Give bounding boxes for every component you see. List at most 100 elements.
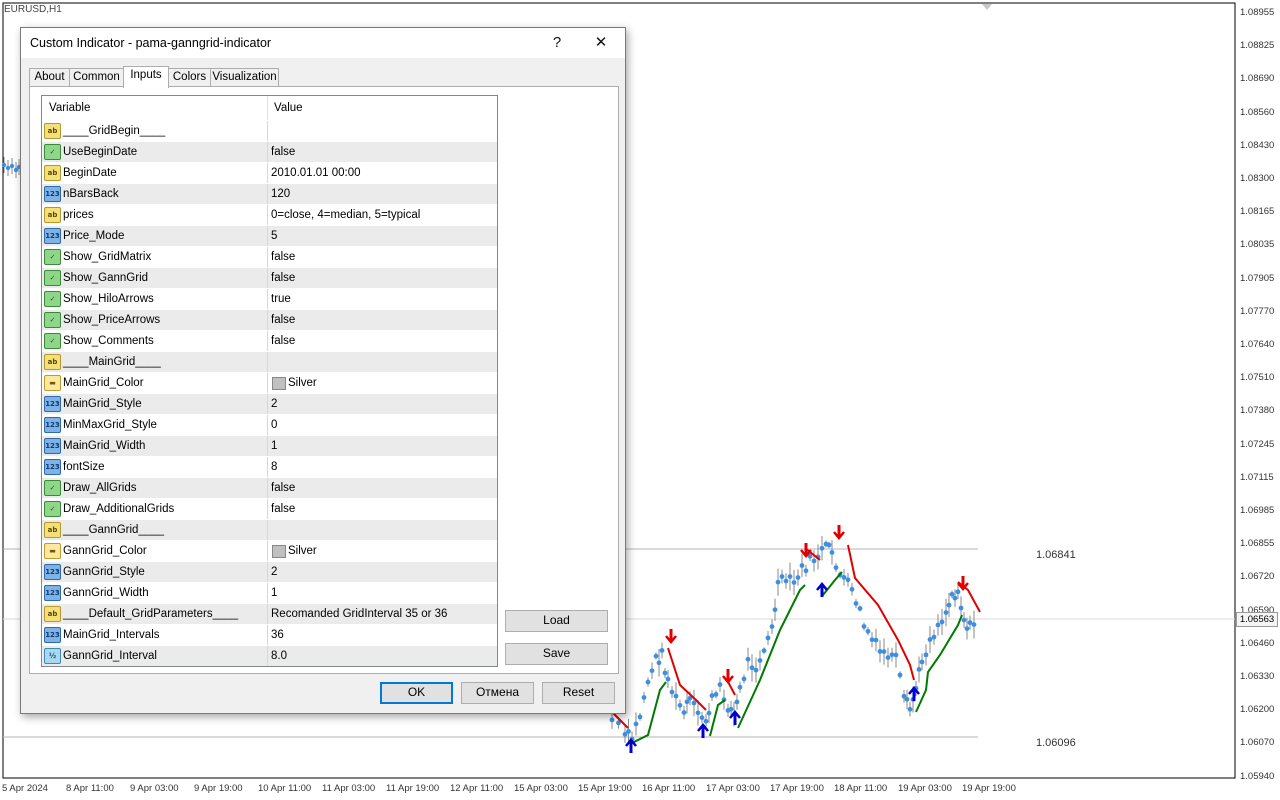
input-row[interactable]: 123 GannGrid_Style 2: [42, 562, 497, 583]
value-cell[interactable]: false: [268, 499, 497, 519]
input-row[interactable]: ab ____GridBegin____: [42, 121, 497, 142]
double-type-icon: ½: [44, 648, 61, 664]
input-row[interactable]: ▬ GannGrid_Color Silver: [42, 541, 497, 562]
price-dot: [745, 656, 751, 662]
value-cell[interactable]: false: [268, 247, 497, 267]
variable-value: 120: [271, 188, 291, 200]
value-cell[interactable]: 2010.01.01 00:00: [268, 163, 497, 183]
tab-about[interactable]: About: [29, 68, 70, 87]
input-row[interactable]: ab BeginDate 2010.01.01 00:00: [42, 163, 497, 184]
int-type-icon: 123: [44, 627, 61, 643]
value-cell[interactable]: [268, 121, 497, 141]
tab-common[interactable]: Common: [69, 68, 124, 87]
input-row[interactable]: ▬ MainGrid_Color Silver: [42, 373, 497, 394]
tab-colors[interactable]: Colors: [168, 68, 211, 87]
input-row[interactable]: 123 nBarsBack 120: [42, 184, 497, 205]
value-cell[interactable]: Silver: [268, 373, 497, 393]
input-row[interactable]: ✓ Draw_AdditionalGrids false: [42, 499, 497, 520]
value-cell[interactable]: false: [268, 478, 497, 498]
cancel-button[interactable]: Отмена: [461, 682, 534, 704]
close-icon[interactable]: ✕: [579, 28, 623, 58]
input-row[interactable]: 123 MainGrid_Width 1: [42, 436, 497, 457]
input-row[interactable]: 123 MinMaxGrid_Style 0: [42, 415, 497, 436]
input-row[interactable]: 123 MainGrid_Style 2: [42, 394, 497, 415]
variable-name: Show_Comments: [63, 335, 154, 347]
price-dot: [703, 718, 709, 724]
value-cell[interactable]: 36: [268, 625, 497, 645]
value-cell[interactable]: [268, 520, 497, 540]
value-cell[interactable]: Recomanded GridInterval 35 or 36: [268, 604, 497, 624]
variable-value: 1: [271, 440, 278, 452]
value-cell[interactable]: 5: [268, 226, 497, 246]
variable-cell: 123 fontSize: [42, 457, 268, 477]
int-type-icon: 123: [44, 396, 61, 412]
price-axis-label: 1.06200: [1240, 704, 1275, 716]
value-cell[interactable]: 0: [268, 415, 497, 435]
tab-inputs[interactable]: Inputs: [123, 66, 169, 88]
load-button[interactable]: Load: [505, 610, 608, 632]
input-row[interactable]: ab ____GannGrid____: [42, 520, 497, 541]
price-dot: [665, 676, 671, 682]
input-row[interactable]: ✓ Show_PriceArrows false: [42, 310, 497, 331]
value-cell[interactable]: 120: [268, 184, 497, 204]
value-cell[interactable]: false: [268, 310, 497, 330]
input-row[interactable]: ✓ Show_GridMatrix false: [42, 247, 497, 268]
save-button[interactable]: Save: [505, 643, 608, 665]
input-row[interactable]: ab ____MainGrid____: [42, 352, 497, 373]
value-cell[interactable]: false: [268, 142, 497, 162]
dialog-titlebar[interactable]: Custom Indicator - pama-ganngrid-indicat…: [21, 28, 625, 58]
value-cell[interactable]: true: [268, 289, 497, 309]
variable-cell: 123 Price_Mode: [42, 226, 268, 246]
value-cell[interactable]: Silver: [268, 541, 497, 561]
column-separator[interactable]: [267, 96, 268, 120]
input-row[interactable]: ✓ Draw_AllGrids false: [42, 478, 497, 499]
ok-button[interactable]: OK: [380, 682, 453, 704]
value-cell[interactable]: [268, 352, 497, 372]
price-dot: [706, 710, 712, 716]
input-row[interactable]: ✓ Show_GannGrid false: [42, 268, 497, 289]
price-dot: [935, 622, 941, 628]
value-cell[interactable]: false: [268, 268, 497, 288]
value-cell[interactable]: 2: [268, 562, 497, 582]
input-row[interactable]: ✓ Show_HiloArrows true: [42, 289, 497, 310]
color-swatch[interactable]: [272, 377, 286, 390]
price-dot: [691, 700, 697, 706]
price-dot: [609, 717, 615, 723]
value-cell[interactable]: 2: [268, 394, 497, 414]
variable-cell: 123 nBarsBack: [42, 184, 268, 204]
chart-shift-marker: [982, 4, 992, 10]
value-cell[interactable]: 8.0: [268, 646, 497, 666]
tab-visualization[interactable]: Visualization: [210, 68, 279, 87]
input-row[interactable]: 123 Price_Mode 5: [42, 226, 497, 247]
input-row[interactable]: ab ____Default_GridParameters____ Recomand…: [42, 604, 497, 625]
price-dot: [717, 682, 723, 687]
input-row[interactable]: 123 fontSize 8: [42, 457, 497, 478]
input-row[interactable]: ab prices 0=close, 4=median, 5=typical: [42, 205, 497, 226]
value-cell[interactable]: false: [268, 331, 497, 351]
value-cell[interactable]: 1: [268, 583, 497, 603]
variable-name: MainGrid_Width: [63, 440, 146, 452]
value-cell[interactable]: 1: [268, 436, 497, 456]
price-axis-label: 1.08690: [1240, 73, 1275, 85]
input-row[interactable]: 123 GannGrid_Width 1: [42, 583, 497, 604]
column-header-variable[interactable]: Variable: [49, 102, 90, 114]
inputs-grid[interactable]: Variable Value ab ____GridBegin____ ✓ UseBe…: [41, 95, 498, 667]
reset-button[interactable]: Reset: [542, 682, 615, 704]
input-row[interactable]: ½ GannGrid_Interval 8.0: [42, 646, 497, 666]
price-axis-label: 1.07245: [1240, 438, 1275, 450]
price-dot: [753, 667, 759, 673]
color-swatch[interactable]: [272, 545, 286, 558]
column-header-value[interactable]: Value: [274, 102, 303, 114]
price-dot: [669, 689, 675, 695]
price-dot: [757, 658, 763, 663]
input-row[interactable]: ✓ UseBeginDate false: [42, 142, 497, 163]
help-button[interactable]: ?: [535, 28, 579, 58]
value-cell[interactable]: 0=close, 4=median, 5=typical: [268, 205, 497, 225]
int-type-icon: 123: [44, 459, 61, 475]
variable-cell: 123 MainGrid_Width: [42, 436, 268, 456]
time-axis-label: 17 Apr 19:00: [770, 783, 824, 794]
value-cell[interactable]: 8: [268, 457, 497, 477]
variable-value: false: [271, 503, 296, 515]
input-row[interactable]: ✓ Show_Comments false: [42, 331, 497, 352]
input-row[interactable]: 123 MainGrid_Intervals 36: [42, 625, 497, 646]
